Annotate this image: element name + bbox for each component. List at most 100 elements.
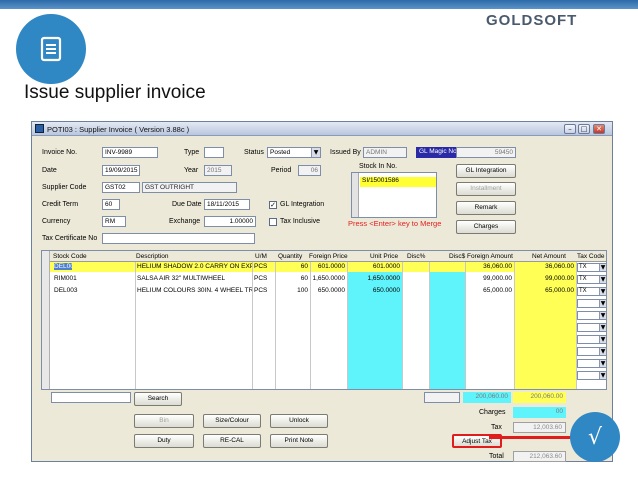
cell-foreign-amount[interactable]: 99,000.00	[467, 275, 512, 282]
document-icon	[16, 14, 86, 84]
check-icon: √	[570, 412, 620, 462]
recal-button[interactable]: RE-CAL	[203, 434, 261, 448]
tax-code-select-empty[interactable]: ▼	[577, 371, 606, 380]
supplier-code-field[interactable]: GST02	[102, 182, 140, 193]
search-input[interactable]	[51, 392, 131, 403]
chevron-down-icon[interactable]: ▼	[599, 312, 606, 319]
tax-code-select[interactable]: TX ▼	[577, 287, 606, 296]
cell-stock-code[interactable]: DEL005	[54, 263, 72, 270]
tax-inclusive-checkbox[interactable]	[269, 218, 277, 226]
grid-divider	[252, 251, 253, 389]
cell-stock-code[interactable]: RIM001	[54, 275, 134, 282]
gl-integration-button[interactable]: GL Integration	[456, 164, 516, 178]
unlock-button[interactable]: Unlock	[270, 414, 328, 428]
chevron-down-icon[interactable]: ▼	[599, 300, 606, 307]
col-net-amount[interactable]: Net Amount	[532, 253, 566, 260]
cell-unit-price[interactable]: 601.0000	[349, 263, 400, 270]
cell-description[interactable]: SALSA AIR 32" MULTIWHEEL	[137, 275, 252, 282]
chevron-down-icon[interactable]: ▼	[599, 336, 606, 343]
tax-code-select-empty[interactable]: ▼	[577, 347, 606, 356]
total-field: 212,063.60	[513, 451, 566, 462]
chevron-down-icon[interactable]: ▼	[599, 276, 606, 283]
tax-code-select-empty[interactable]: ▼	[577, 323, 606, 332]
stock-in-list[interactable]: SI/15001586	[351, 172, 437, 218]
cell-unit-price[interactable]: 1,650.0000	[349, 275, 400, 282]
tax-code-select-empty[interactable]: ▼	[577, 311, 606, 320]
col-foreign-amount[interactable]: Foreign Amount	[467, 253, 513, 260]
search-button[interactable]: Search	[134, 392, 182, 406]
tax-cert-field[interactable]	[102, 233, 255, 244]
charges-button[interactable]: Charges	[456, 220, 516, 234]
installment-button[interactable]: Installment	[456, 182, 516, 196]
date-field[interactable]: 19/09/2015	[102, 165, 140, 176]
col-stock-code[interactable]: Stock Code	[53, 253, 87, 260]
bin-button[interactable]: Bin	[134, 414, 194, 428]
col-unit-price[interactable]: Unit Price	[370, 253, 398, 260]
due-date-field[interactable]: 18/11/2015	[204, 199, 250, 210]
gl-integration-check-label: GL Integration	[280, 201, 325, 208]
cell-um[interactable]: PCS	[254, 275, 274, 282]
restore-button[interactable]: □	[578, 124, 590, 134]
charges-field[interactable]: 00	[513, 407, 566, 418]
cell-foreign-price[interactable]: 601.0000	[312, 263, 345, 270]
stock-in-scrollbar[interactable]	[352, 173, 359, 217]
cell-quantity[interactable]: 60	[277, 275, 308, 282]
print-note-button[interactable]: Print Note	[270, 434, 328, 448]
cell-foreign-amount[interactable]: 65,000.00	[467, 287, 512, 294]
cell-net-amount[interactable]: 65,000.00	[516, 287, 574, 294]
cell-foreign-price[interactable]: 1,650.0000	[312, 275, 345, 282]
chevron-down-icon[interactable]: ▼	[599, 324, 606, 331]
tax-code-select-empty[interactable]: ▼	[577, 359, 606, 368]
chevron-down-icon[interactable]: ▼	[599, 372, 606, 379]
tax-code-value: TX	[579, 264, 587, 270]
close-button[interactable]: ✕	[593, 124, 605, 134]
col-tax-code[interactable]: Tax Code	[577, 253, 604, 260]
stock-in-item[interactable]: SI/15001586	[360, 177, 436, 187]
exchange-field[interactable]: 1.00000	[204, 216, 256, 227]
tax-code-select-empty[interactable]: ▼	[577, 299, 606, 308]
minimize-button[interactable]: –	[564, 124, 576, 134]
cell-net-amount[interactable]: 36,060.00	[516, 263, 574, 270]
col-disc-pct[interactable]: Disc%	[407, 253, 425, 260]
cell-stock-code[interactable]: DEL003	[54, 287, 134, 294]
status-select[interactable]: Posted ▼	[267, 147, 321, 158]
gl-integration-checkbox[interactable]: ✓	[269, 201, 277, 209]
chevron-down-icon[interactable]: ▼	[311, 148, 320, 157]
chevron-down-icon[interactable]: ▼	[599, 348, 606, 355]
remark-button[interactable]: Remark	[456, 201, 516, 215]
gl-magic-no-label: GL Magic No.	[416, 147, 462, 158]
tax-code-select-empty[interactable]: ▼	[577, 335, 606, 344]
type-field[interactable]	[204, 147, 224, 158]
cell-quantity[interactable]: 100	[277, 287, 308, 294]
grid-scrollbar[interactable]	[42, 251, 50, 389]
cell-quantity[interactable]: 60	[277, 263, 308, 270]
col-disc-amt[interactable]: Disc$	[449, 253, 465, 260]
cell-net-amount[interactable]: 99,000.00	[516, 275, 574, 282]
invoice-no-field[interactable]: INV-9989	[102, 147, 158, 158]
tax-cert-label: Tax Certificate No	[42, 235, 98, 242]
cell-foreign-price[interactable]: 650.0000	[312, 287, 345, 294]
col-um[interactable]: U/M	[255, 253, 267, 260]
cell-description[interactable]: HELIUM COLOURS 30IN. 4 WHEEL TROL	[137, 287, 252, 294]
credit-term-field[interactable]: 60	[102, 199, 120, 210]
cell-description[interactable]: HELIUM SHADOW 2.0 CARRY ON EXPAN	[137, 263, 252, 270]
chevron-down-icon[interactable]: ▼	[599, 360, 606, 367]
size-colour-button[interactable]: Size/Colour	[203, 414, 261, 428]
tax-code-select[interactable]: TX ▼	[577, 275, 606, 284]
status-label: Status	[244, 149, 264, 156]
col-description[interactable]: Description	[136, 253, 169, 260]
col-foreign-price[interactable]: Foreign Price	[309, 253, 348, 260]
cell-um[interactable]: PCS	[254, 287, 274, 294]
cell-foreign-amount[interactable]: 36,060.00	[467, 263, 512, 270]
exchange-label: Exchange	[169, 218, 201, 225]
tax-inclusive-label: Tax Inclusive	[280, 218, 321, 225]
invoice-no-label: Invoice No.	[42, 149, 78, 156]
chevron-down-icon[interactable]: ▼	[599, 288, 606, 295]
cell-unit-price[interactable]: 650.0000	[349, 287, 400, 294]
chevron-down-icon[interactable]: ▼	[599, 264, 606, 271]
col-quantity[interactable]: Quantity	[278, 253, 302, 260]
currency-field[interactable]: RM	[102, 216, 126, 227]
cell-um[interactable]: PCS	[254, 263, 274, 270]
tax-code-select[interactable]: TX ▼	[577, 263, 606, 272]
duty-button[interactable]: Duty	[134, 434, 194, 448]
